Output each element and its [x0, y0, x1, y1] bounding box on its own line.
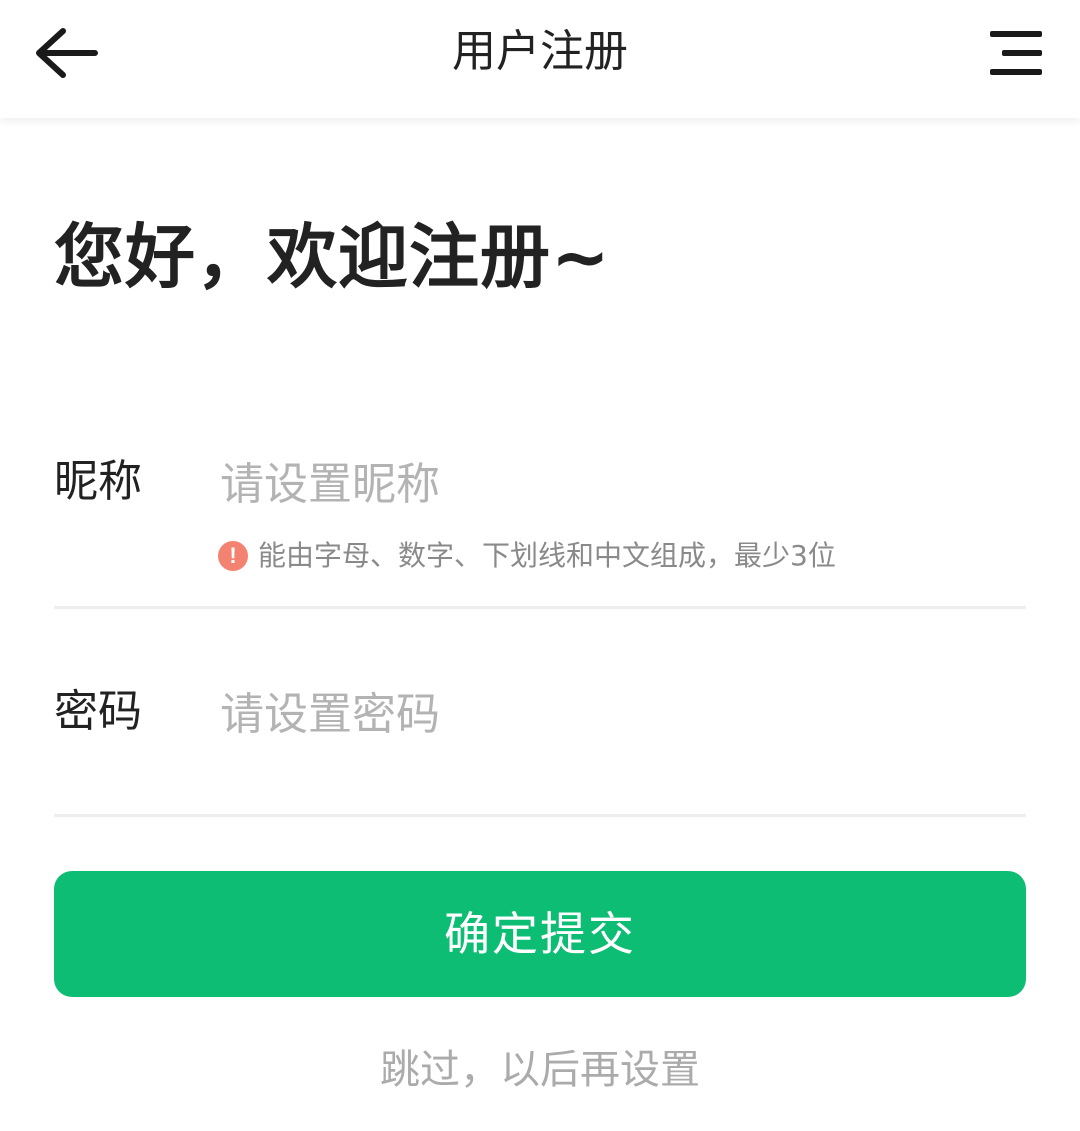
nickname-row: 昵称 [54, 452, 1026, 516]
nickname-hint: ! 能由字母、数字、下划线和中文组成，最少3位 [218, 536, 836, 576]
warning-icon: ! [218, 541, 248, 571]
skip-link[interactable]: 跳过，以后再设置 [0, 1042, 1080, 1098]
menu-button[interactable] [980, 18, 1052, 88]
menu-icon [990, 31, 1042, 75]
password-row: 密码 [54, 682, 1026, 746]
divider [54, 606, 1026, 609]
submit-button[interactable]: 确定提交 [54, 871, 1026, 997]
password-input[interactable] [220, 682, 1010, 746]
divider [54, 814, 1026, 817]
app-header: 用户注册 [0, 0, 1080, 118]
page-title: 用户注册 [452, 26, 628, 77]
password-label: 密码 [54, 686, 142, 737]
welcome-heading: 您好，欢迎注册~ [54, 216, 611, 298]
nickname-input[interactable] [220, 452, 1010, 516]
nickname-label: 昵称 [54, 456, 142, 507]
nickname-hint-text: 能由字母、数字、下划线和中文组成，最少3位 [258, 539, 836, 572]
